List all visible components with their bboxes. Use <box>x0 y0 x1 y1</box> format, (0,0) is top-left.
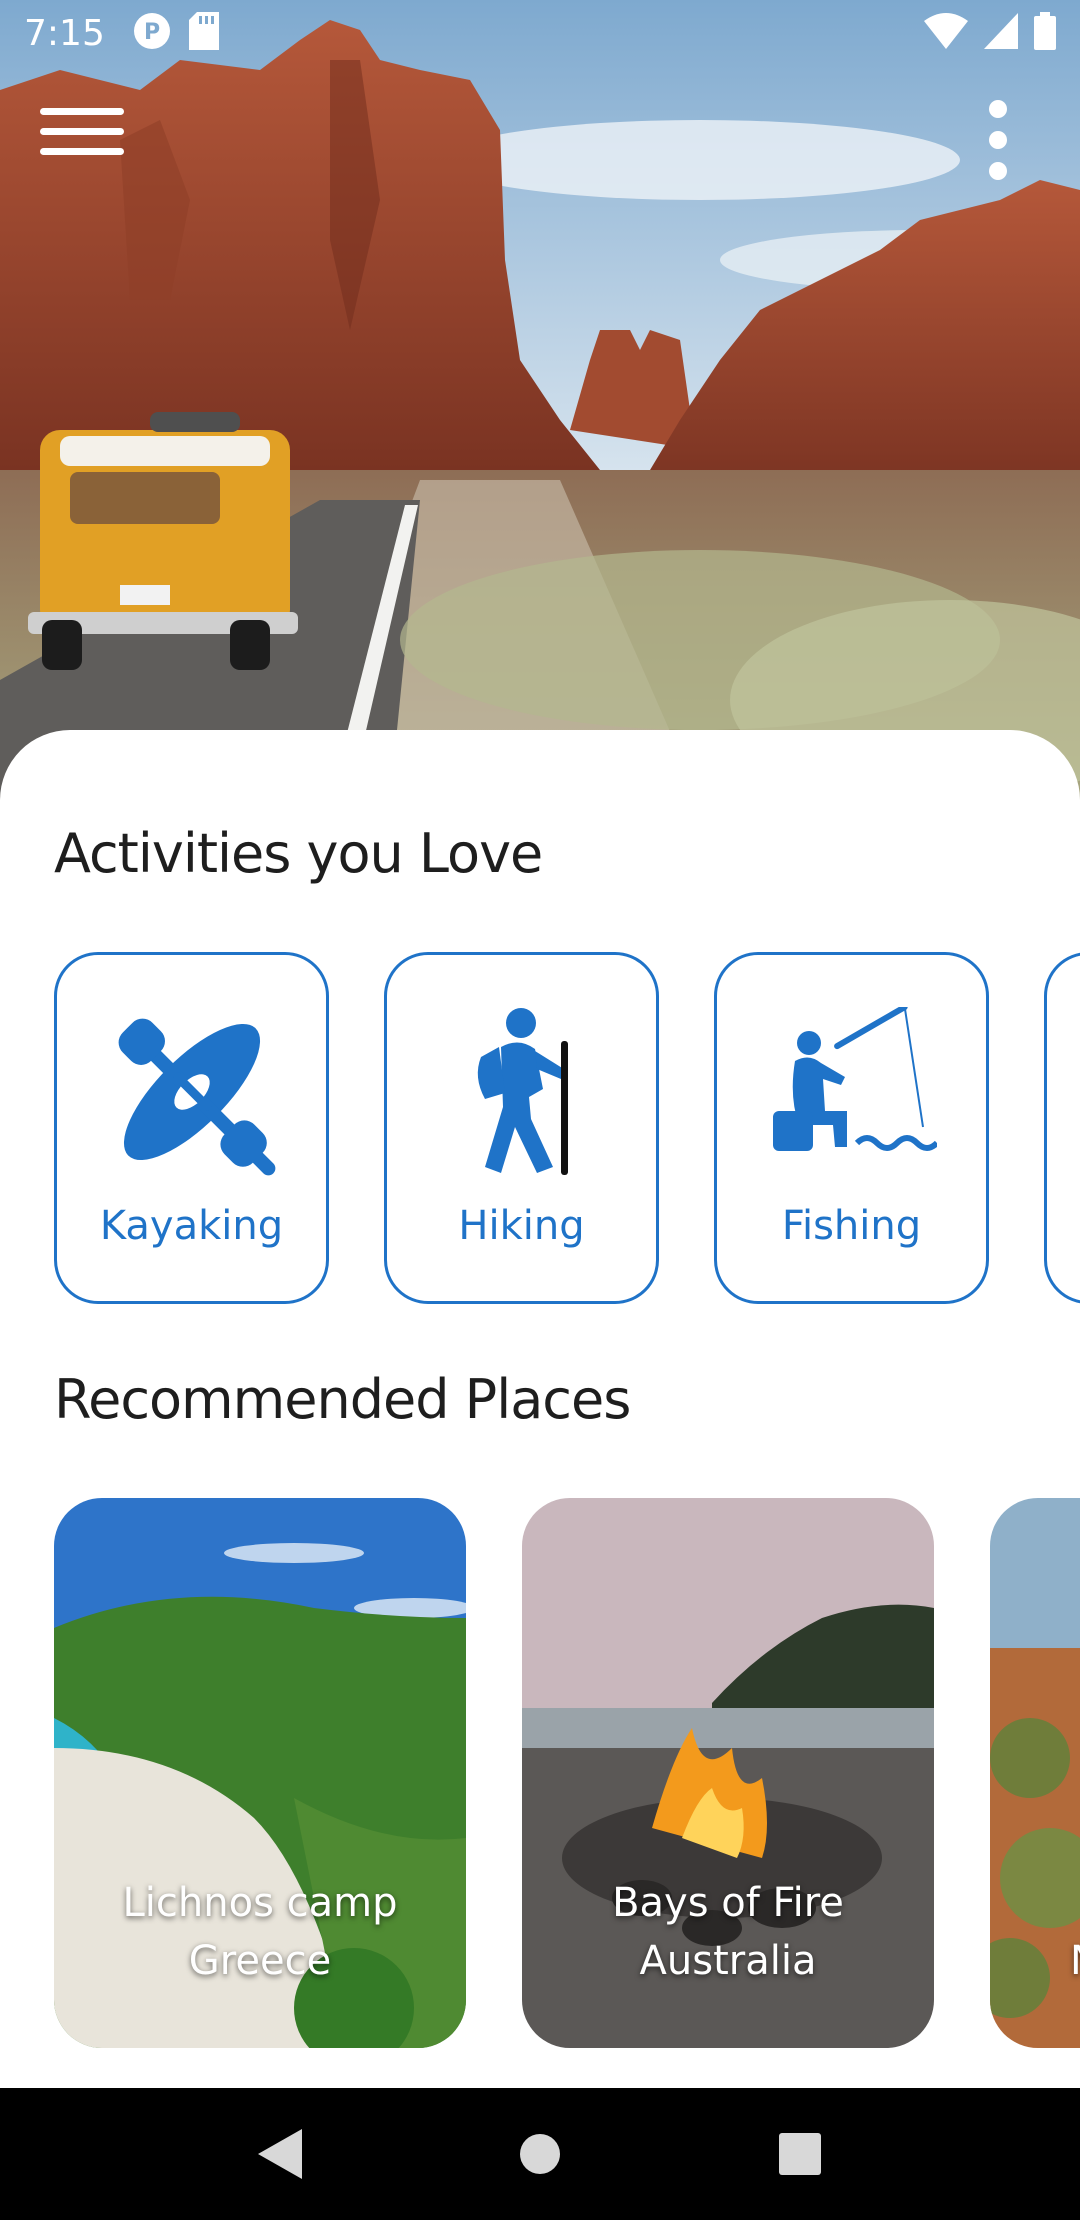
recents-icon <box>779 2133 821 2175</box>
sd-card-icon <box>188 12 219 54</box>
hamburger-icon-line <box>40 108 124 115</box>
back-icon <box>258 2129 302 2179</box>
status-time: 7:15 <box>24 12 105 54</box>
more-vert-icon-dot <box>989 131 1007 149</box>
activity-card-kayaking[interactable]: Kayaking <box>54 952 329 1304</box>
fishing-icon <box>767 1004 939 1181</box>
p-notification-icon: P <box>133 12 171 54</box>
hamburger-menu-button[interactable] <box>40 108 124 168</box>
activity-label: Fishing <box>781 1203 922 1249</box>
place-card-bays-of-fire[interactable]: Bays of Fire Australia <box>522 1498 934 2048</box>
content-sheet: Activities you Love Kayaking Hiking Fish… <box>0 730 1080 2090</box>
place-name-line: N <box>1070 1932 1080 1990</box>
activity-label: Kayaking <box>99 1203 284 1249</box>
places-section-title: Recommended Places <box>54 1368 631 1431</box>
activity-label: Hiking <box>458 1203 585 1249</box>
more-options-button[interactable] <box>980 100 1016 180</box>
home-icon <box>520 2134 560 2174</box>
place-country-line: Australia <box>639 1938 817 1984</box>
home-button[interactable] <box>500 2114 580 2194</box>
place-country-line: Greece <box>188 1938 332 1984</box>
svg-text:P: P <box>144 20 160 45</box>
hero-image <box>0 0 1080 800</box>
place-name: Bays of Fire Australia <box>522 1874 934 1990</box>
place-name: N <box>990 1932 1080 1990</box>
kayak-icon <box>107 1007 277 1181</box>
system-nav-bar <box>0 2088 1080 2220</box>
activity-card-hiking[interactable]: Hiking <box>384 952 659 1304</box>
status-bar: 7:15 P <box>0 0 1080 66</box>
activities-section-title: Activities you Love <box>54 822 543 885</box>
hamburger-icon-line <box>40 128 124 135</box>
recents-button[interactable] <box>760 2114 840 2194</box>
more-vert-icon-dot <box>989 162 1007 180</box>
wifi-icon <box>924 13 968 53</box>
place-card-lichnos[interactable]: Lichnos camp Greece <box>54 1498 466 2048</box>
signal-icon <box>984 13 1018 53</box>
place-name: Lichnos camp Greece <box>54 1874 466 1990</box>
back-button[interactable] <box>240 2114 320 2194</box>
activity-card-partial[interactable] <box>1044 952 1080 1304</box>
activity-card-fishing[interactable]: Fishing <box>714 952 989 1304</box>
hamburger-icon-line <box>40 148 124 155</box>
place-name-line: Bays of Fire <box>612 1880 844 1926</box>
hiker-icon <box>457 1007 587 1181</box>
place-card-partial[interactable]: N <box>990 1498 1080 2048</box>
place-name-line: Lichnos camp <box>122 1880 398 1926</box>
more-vert-icon-dot <box>989 100 1007 118</box>
battery-icon <box>1034 12 1056 54</box>
